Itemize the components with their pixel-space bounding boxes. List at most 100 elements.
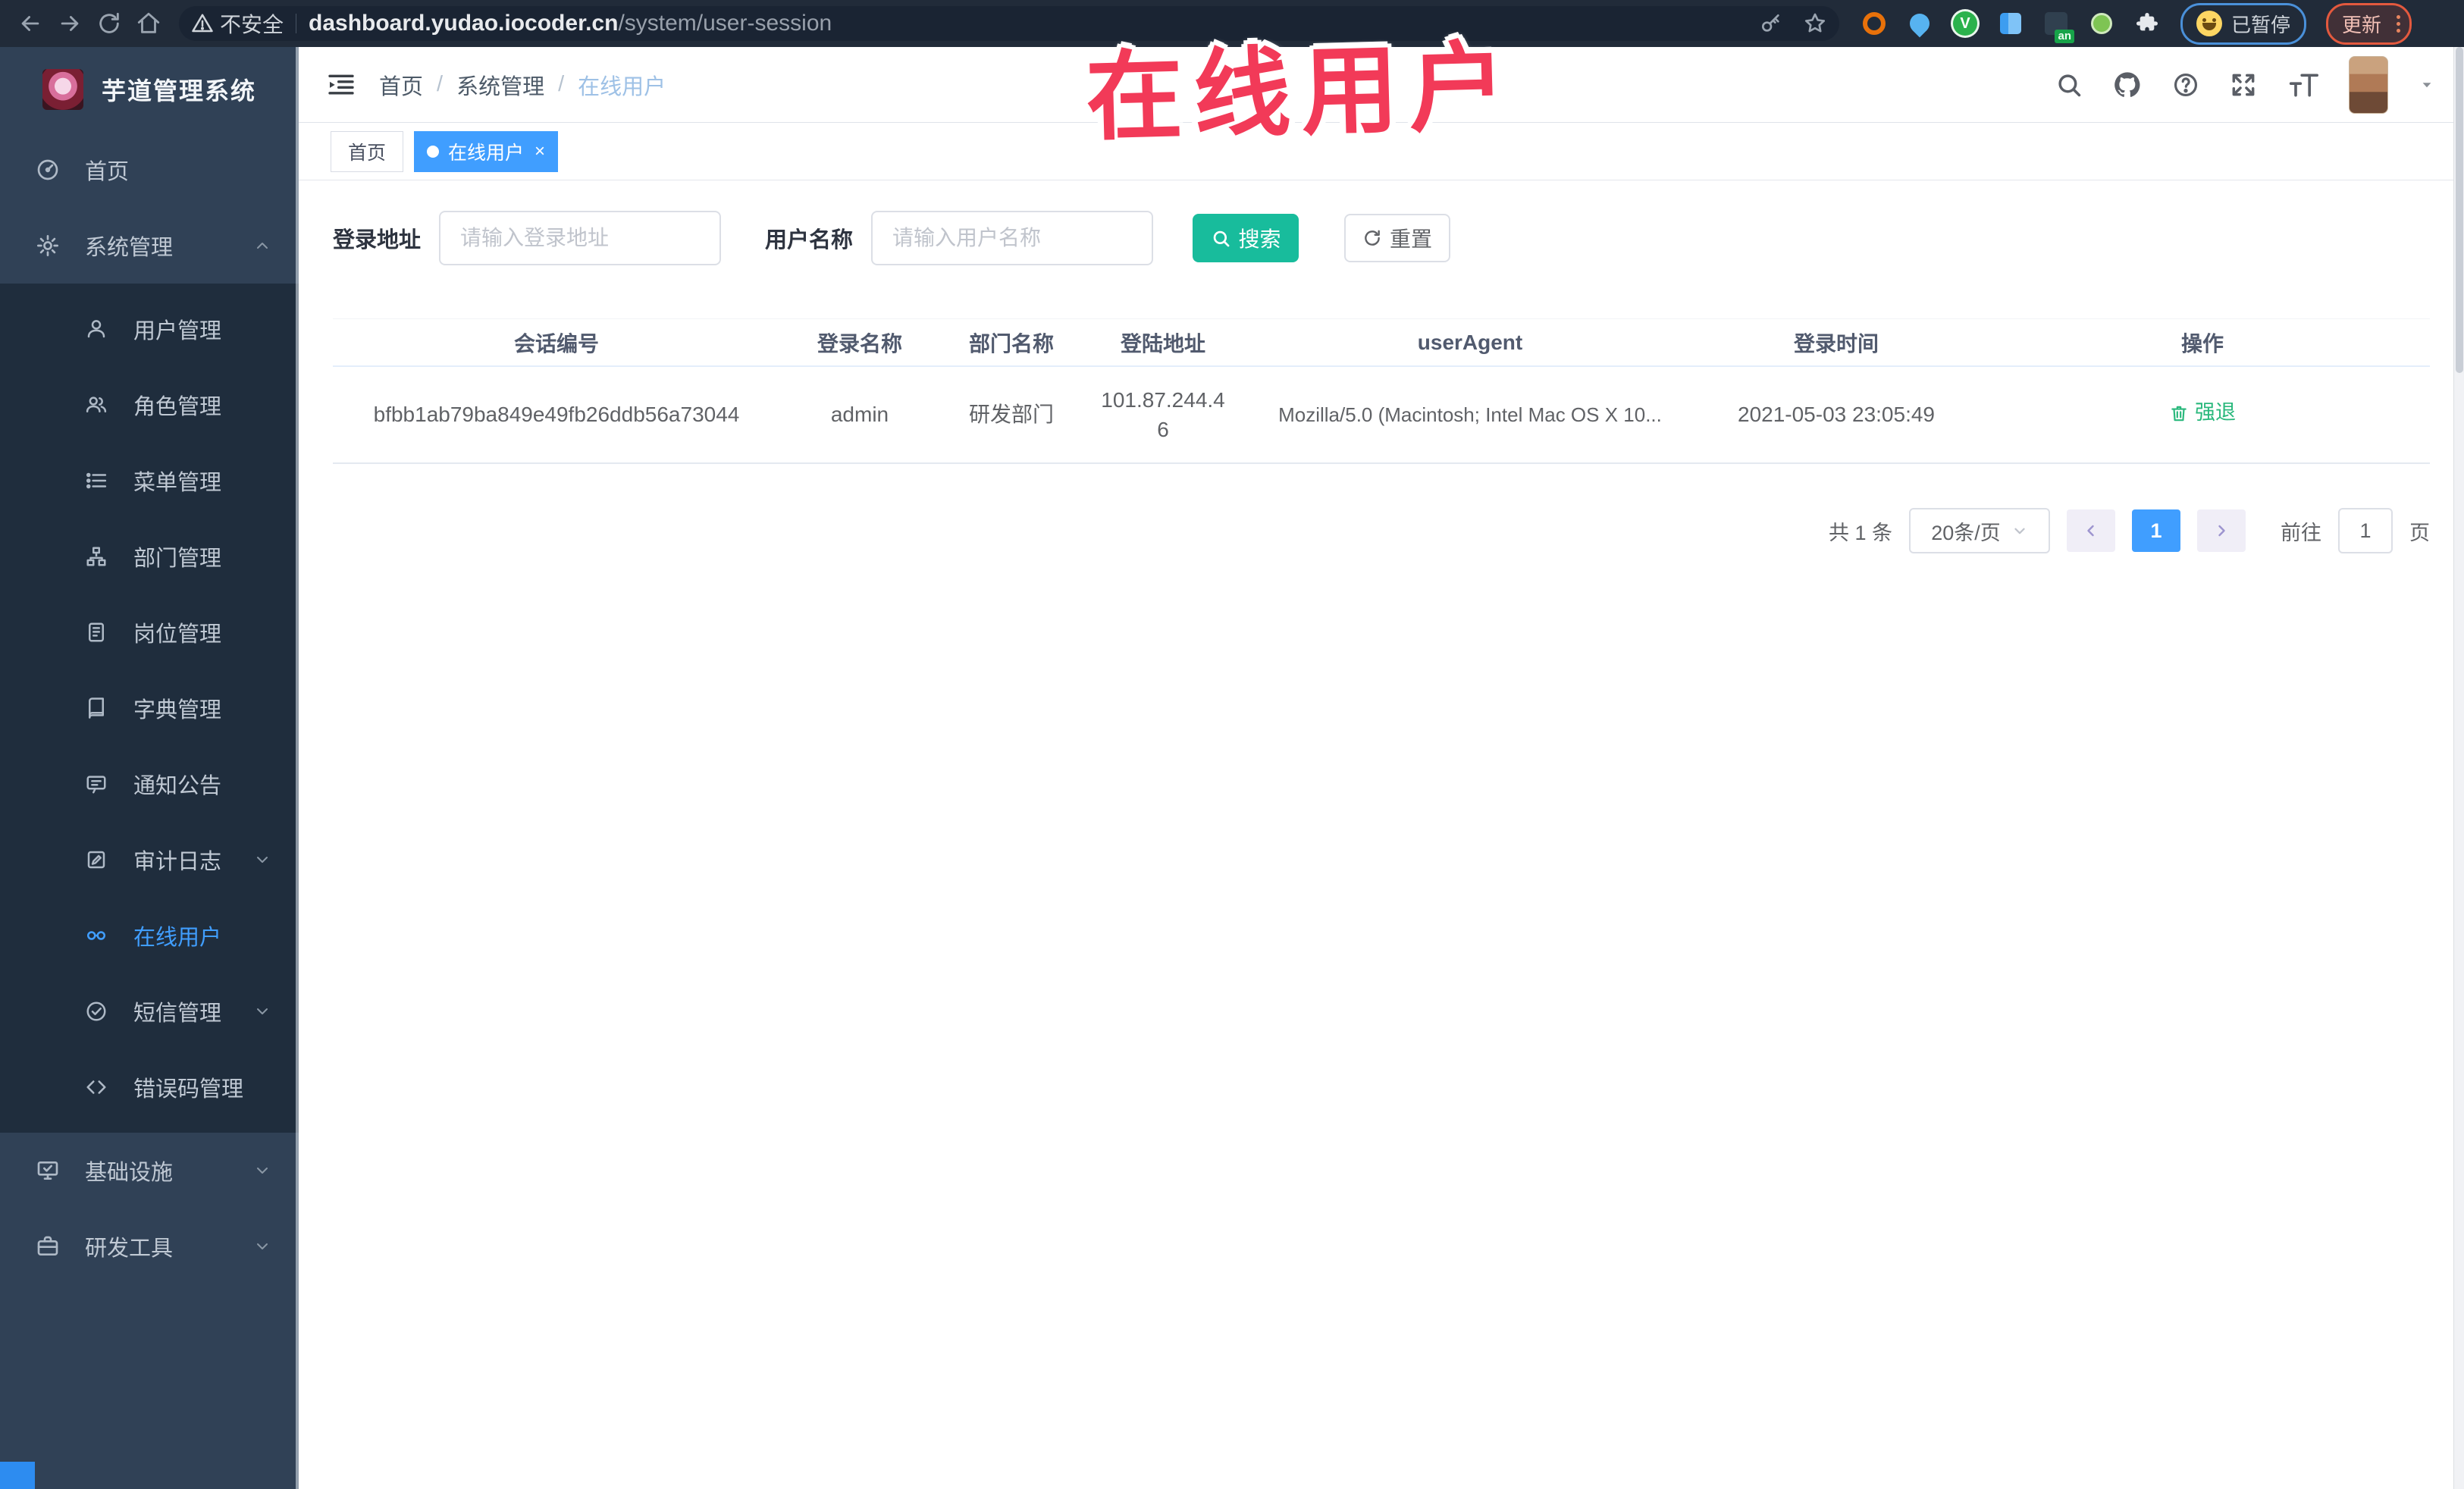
goto-label: 前往	[2281, 521, 2321, 544]
security-indicator[interactable]: 不安全	[191, 8, 284, 39]
dashboard-icon	[35, 158, 61, 182]
cell-session-id: bfbb1ab79ba849e49fb26ddb56a73044	[373, 403, 740, 427]
address-bar[interactable]: 不安全 dashboard.yudao.iocoder.cn/system/us…	[179, 6, 1839, 41]
sidebar-item-label: 研发工具	[85, 1237, 174, 1261]
app-title: 芋道管理系统	[102, 77, 257, 105]
login-address-input[interactable]	[439, 211, 722, 265]
user-avatar[interactable]	[2349, 55, 2388, 114]
bookmark-star-icon[interactable]	[1803, 11, 1827, 36]
login-address-label: 登录地址	[333, 228, 422, 252]
sidebar-item-role-management[interactable]: 角色管理	[0, 367, 299, 443]
url-path: /system/user-session	[618, 11, 832, 36]
col-header-dept: 部门名称	[968, 331, 1054, 356]
browser-update-chip[interactable]: 更新	[2326, 2, 2412, 45]
sidebar-item-dept-management[interactable]: 部门管理	[0, 519, 299, 594]
fullscreen-icon[interactable]	[2229, 71, 2258, 99]
breadcrumb-home[interactable]: 首页	[379, 69, 423, 101]
page-unit-label: 页	[2409, 521, 2430, 544]
breadcrumb-separator: /	[558, 72, 565, 96]
col-header-login-time: 登录时间	[1793, 331, 1879, 356]
table-header-row: 会话编号 登录名称 部门名称 登陆地址 userAgent 登录时间 操作	[333, 318, 2430, 367]
scrollbar-thumb[interactable]	[2456, 47, 2463, 373]
search-button-label: 搜索	[1238, 227, 1281, 251]
browser-menu-icon[interactable]	[2397, 14, 2401, 33]
chevron-down-icon	[253, 1237, 271, 1255]
browser-home-button[interactable]	[129, 4, 168, 43]
force-logout-button[interactable]: 强退	[2169, 399, 2236, 428]
tag-home[interactable]: 首页	[331, 130, 404, 172]
browser-toolbar: 不安全 dashboard.yudao.iocoder.cn/system/us…	[0, 0, 2464, 47]
extension-blue-bars-icon[interactable]	[1997, 10, 2024, 37]
browser-forward-button[interactable]	[50, 4, 89, 43]
sidebar-item-menu-management[interactable]: 菜单管理	[0, 443, 299, 519]
app-logo-row[interactable]: 芋道管理系统	[0, 47, 299, 132]
sidebar-item-error-code[interactable]: 错误码管理	[0, 1049, 299, 1125]
search-button[interactable]: 搜索	[1193, 214, 1299, 262]
sidebar-item-label: 菜单管理	[133, 471, 222, 495]
extensions-row: V an	[1861, 9, 2161, 43]
system-management-submenu: 用户管理 角色管理 菜单管理 部门管理 岗位管理 字典管理 通知公告 审计日志 …	[0, 284, 299, 1133]
chevron-down-icon	[2014, 528, 2025, 534]
chevron-down-icon	[253, 1161, 271, 1180]
avatar-caret-icon[interactable]	[2417, 75, 2437, 95]
extensions-puzzle-icon[interactable]	[2133, 10, 2161, 37]
breadcrumb-separator: /	[437, 72, 444, 96]
sms-icon	[83, 1000, 109, 1023]
tag-label: 在线用户	[448, 142, 525, 164]
reset-button[interactable]: 重置	[1344, 214, 1451, 262]
sidebar-item-dev-tools[interactable]: 研发工具	[0, 1208, 299, 1284]
next-page-button[interactable]	[2197, 509, 2246, 552]
extension-green-search-icon[interactable]	[2088, 10, 2115, 37]
sidebar-item-audit-log[interactable]: 审计日志	[0, 822, 299, 898]
extension-green-check-icon[interactable]: V	[1951, 10, 1979, 37]
sidebar-item-home[interactable]: 首页	[0, 132, 299, 208]
total-count: 共 1 条	[1828, 521, 1892, 544]
prev-page-button[interactable]	[2067, 509, 2115, 552]
search-icon	[1213, 230, 1229, 246]
tag-close-icon[interactable]: ×	[534, 141, 545, 162]
font-size-icon[interactable]	[2287, 70, 2320, 100]
sidebar-item-sms-management[interactable]: 短信管理	[0, 973, 299, 1049]
help-icon[interactable]	[2171, 71, 2200, 99]
sidebar-item-infrastructure[interactable]: 基础设施	[0, 1133, 299, 1208]
page-size-select[interactable]: 20条/页	[1909, 508, 2050, 553]
extension-an-badge: an	[2055, 29, 2074, 43]
browser-reload-button[interactable]	[89, 4, 129, 43]
header-search-icon[interactable]	[2055, 71, 2083, 99]
tag-online-users[interactable]: 在线用户 ×	[414, 130, 559, 172]
username-input[interactable]	[871, 211, 1154, 265]
extension-orange-ring-icon[interactable]	[1861, 10, 1888, 37]
col-header-actions: 操作	[2180, 331, 2224, 356]
sidebar-item-user-management[interactable]: 用户管理	[0, 291, 299, 367]
extension-dark-an-icon[interactable]: an	[2042, 10, 2074, 43]
sidebar-item-system-management[interactable]: 系统管理	[0, 208, 299, 284]
browser-back-button[interactable]	[11, 4, 50, 43]
trash-icon	[2171, 406, 2187, 422]
sidebar-item-label: 角色管理	[133, 395, 222, 419]
sidebar-item-notice[interactable]: 通知公告	[0, 746, 299, 822]
chevron-up-icon	[253, 237, 271, 255]
back-arrow-icon	[21, 16, 39, 31]
breadcrumb-system[interactable]: 系统管理	[456, 69, 544, 101]
app-logo	[42, 69, 83, 110]
password-key-icon[interactable]	[1759, 11, 1783, 36]
chevron-left-icon	[2087, 525, 2094, 537]
sidebar-item-label: 系统管理	[85, 236, 174, 260]
reset-button-label: 重置	[1390, 227, 1433, 251]
sidebar-item-dict-management[interactable]: 字典管理	[0, 670, 299, 746]
extension-blue-drop-icon[interactable]	[1905, 9, 1934, 38]
sidebar-item-label: 审计日志	[133, 850, 222, 874]
announcement-icon	[83, 773, 109, 795]
current-page-button[interactable]: 1	[2132, 509, 2180, 552]
sidebar-fold-icon[interactable]	[326, 70, 356, 100]
users-icon	[83, 393, 109, 416]
sidebar-item-online-users[interactable]: 在线用户	[0, 898, 299, 973]
page-scrollbar[interactable]	[2453, 47, 2464, 1489]
cell-login-time: 2021-05-03 23:05:49	[1738, 403, 1935, 427]
profile-paused-chip[interactable]: 已暂停	[2180, 2, 2307, 45]
sidebar-item-post-management[interactable]: 岗位管理	[0, 594, 299, 670]
goto-page-input[interactable]	[2338, 508, 2393, 553]
github-icon[interactable]	[2112, 70, 2143, 100]
paused-label: 已暂停	[2231, 13, 2291, 36]
book-icon	[83, 697, 109, 719]
